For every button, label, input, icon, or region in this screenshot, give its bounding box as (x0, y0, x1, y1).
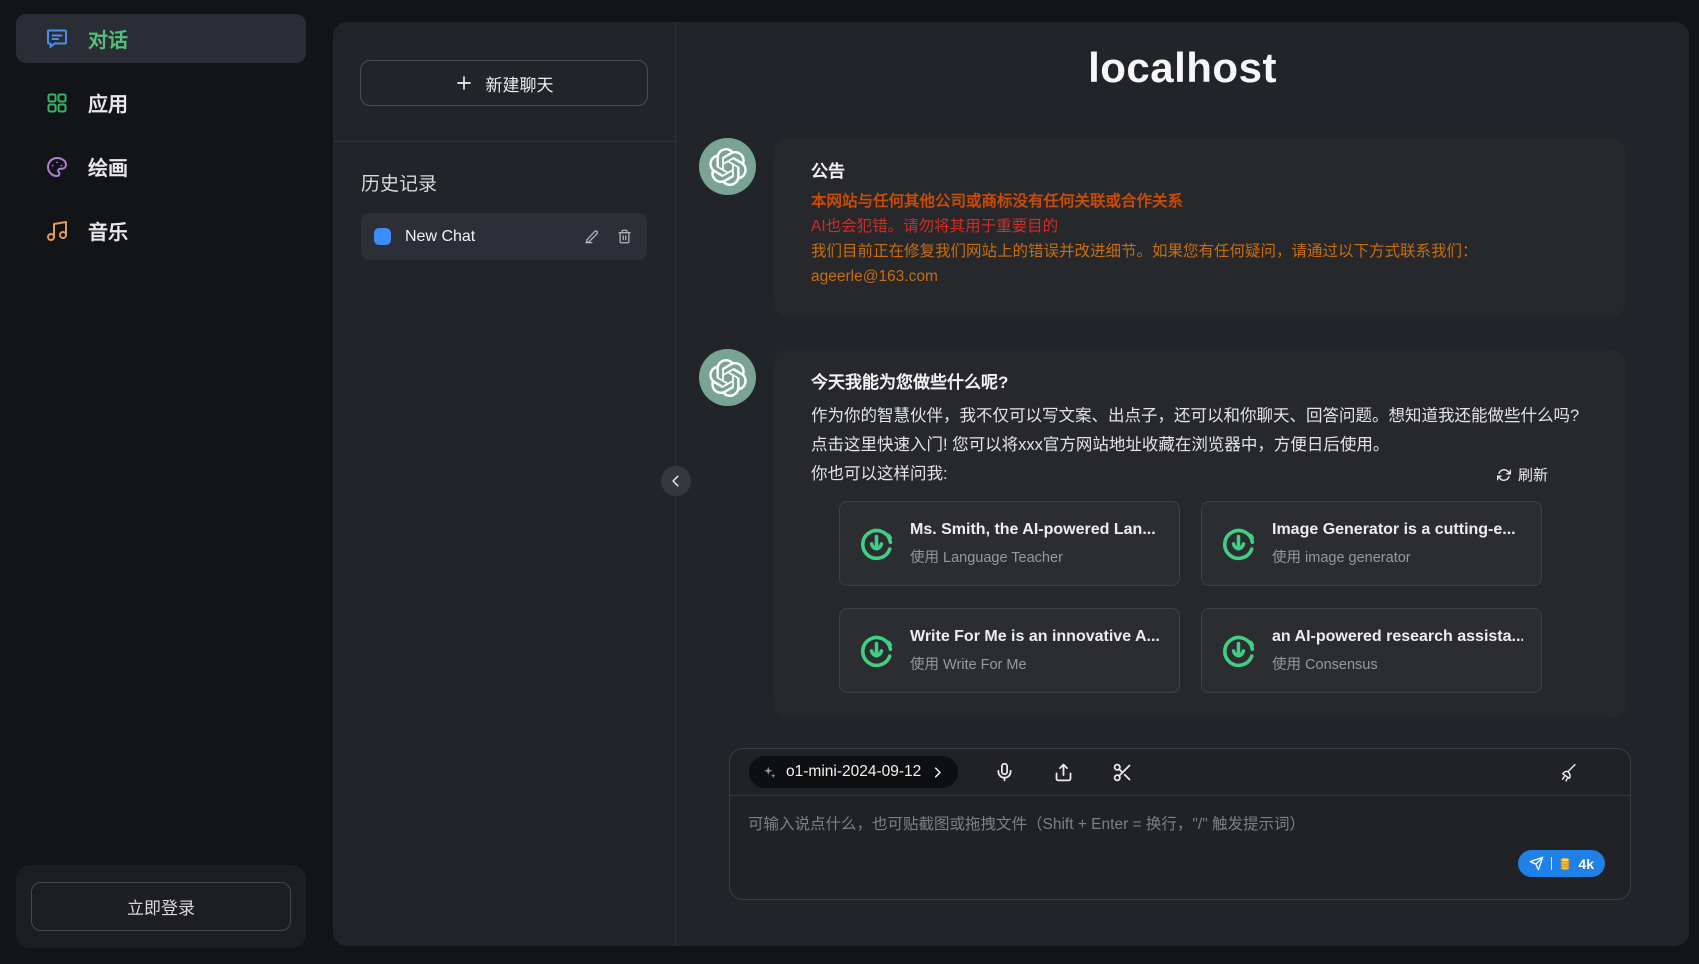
main-chat-area: localhost 公告 本网站与任何其他公司或商标没有任何关联或合作关系 AI… (676, 22, 1689, 946)
ask-hint: 你也可以这样问我: (811, 460, 948, 489)
palette-icon (45, 155, 69, 179)
refresh-icon (1497, 468, 1511, 482)
history-title: 历史记录 (361, 169, 647, 196)
paper-plane-icon (1529, 856, 1544, 871)
send-divider (1551, 857, 1552, 870)
workspace: 新建聊天 历史记录 New Chat (333, 22, 1689, 946)
assistant-avatar (699, 349, 756, 406)
main-header: localhost (676, 22, 1689, 114)
login-button[interactable]: 立即登录 (31, 882, 291, 931)
sidebar-item-chat[interactable]: 对话 (16, 14, 306, 63)
trash-icon (617, 229, 632, 244)
chat-color-swatch (374, 228, 391, 245)
announcement-line-disclaimer: 本网站与任何其他公司或商标没有任何关联或合作关系 (811, 191, 1586, 212)
message-input[interactable] (730, 796, 1630, 899)
refresh-label: 刷新 (1518, 464, 1548, 485)
new-chat-button[interactable]: 新建聊天 (360, 60, 648, 106)
chat-item-title: New Chat (405, 228, 568, 246)
welcome-bubble: 今天我能为您做些什么呢? 作为你的智慧伙伴，我不仅可以写文案、出点子，还可以和你… (773, 349, 1626, 719)
card-title: Image Generator is a cutting-e... (1272, 521, 1516, 539)
sidebar-item-apps[interactable]: 应用 (16, 78, 306, 127)
announcement-line-contact-note: 我们目前正在修复我们网站上的错误并改进细节。如果您有任何疑问，请通过以下方式联系… (811, 241, 1586, 262)
download-circle-icon (1220, 632, 1257, 669)
card-subtitle: 使用 image generator (1272, 546, 1516, 567)
download-circle-icon (1220, 525, 1257, 562)
card-title: Ms. Smith, the AI-powered Lan... (910, 521, 1156, 539)
sidebar-item-label: 应用 (88, 88, 128, 117)
collapse-sidebar-button[interactable] (661, 466, 691, 496)
download-circle-icon (858, 525, 895, 562)
page-title: localhost (1088, 44, 1277, 92)
refresh-suggestions-button[interactable]: 刷新 (1497, 464, 1548, 485)
openai-logo-icon (709, 359, 747, 397)
broom-icon (1557, 762, 1578, 783)
edit-chat-button[interactable] (582, 227, 601, 246)
openai-logo-icon (709, 148, 747, 186)
sidebar-item-label: 对话 (88, 24, 128, 53)
card-title: an AI-powered research assista... (1272, 628, 1523, 646)
composer-body: 4k (730, 796, 1630, 899)
list-divider (333, 141, 675, 142)
message-list: 公告 本网站与任何其他公司或商标没有任何关联或合作关系 AI也会犯错。请勿将其用… (676, 114, 1689, 748)
assistant-avatar (699, 138, 756, 195)
download-circle-icon (858, 632, 895, 669)
screenshot-button[interactable] (1110, 760, 1135, 785)
chat-list-panel: 新建聊天 历史记录 New Chat (333, 22, 676, 946)
primary-sidebar: 对话 应用 绘画 (0, 0, 322, 964)
announcement-line-ai-warning: AI也会犯错。请勿将其用于重要目的 (811, 216, 1586, 237)
suggestion-card-language-teacher[interactable]: Ms. Smith, the AI-powered Lan... 使用 Lang… (839, 501, 1180, 586)
composer-toolbar: o1-mini-2024-09-12 (730, 749, 1630, 796)
welcome-body: 作为你的智慧伙伴，我不仅可以写文案、出点子，还可以和你聊天、回答问题。想知道我还… (811, 402, 1586, 460)
music-note-icon (45, 219, 69, 243)
suggestion-cards: Ms. Smith, the AI-powered Lan... 使用 Lang… (839, 501, 1586, 693)
send-button[interactable]: 4k (1518, 850, 1605, 877)
pencil-icon (584, 229, 599, 244)
message-welcome: 今天我能为您做些什么呢? 作为你的智慧伙伴，我不仅可以写文案、出点子，还可以和你… (699, 349, 1626, 719)
sidebar-item-draw[interactable]: 绘画 (16, 142, 306, 191)
app-grid-icon (45, 91, 69, 115)
card-title: Write For Me is an innovative A... (910, 628, 1160, 646)
plus-icon (455, 74, 473, 92)
model-label: o1-mini-2024-09-12 (786, 763, 921, 781)
announcement-heading: 公告 (811, 157, 1586, 182)
message-announcement: 公告 本网站与任何其他公司或商标没有任何关联或合作关系 AI也会犯错。请勿将其用… (699, 138, 1626, 317)
card-subtitle: 使用 Language Teacher (910, 546, 1156, 567)
app-root: 对话 应用 绘画 (0, 0, 1699, 964)
composer: o1-mini-2024-09-12 (729, 748, 1631, 900)
model-selector[interactable]: o1-mini-2024-09-12 (749, 756, 958, 788)
chevron-left-icon (669, 474, 683, 488)
sidebar-item-label: 音乐 (88, 216, 128, 245)
chat-bubble-icon (45, 27, 69, 51)
voice-input-button[interactable] (992, 760, 1017, 785)
login-panel: 立即登录 (16, 865, 306, 948)
welcome-heading: 今天我能为您做些什么呢? (811, 368, 1586, 393)
sidebar-item-label: 绘画 (88, 152, 128, 181)
coins-icon (1559, 856, 1571, 871)
upload-file-button[interactable] (1051, 760, 1076, 785)
token-badge: 4k (1578, 856, 1594, 872)
suggestion-card-image-generator[interactable]: Image Generator is a cutting-e... 使用 ima… (1201, 501, 1542, 586)
sidebar-item-music[interactable]: 音乐 (16, 206, 306, 255)
chat-history-item[interactable]: New Chat (361, 213, 647, 260)
delete-chat-button[interactable] (615, 227, 634, 246)
clear-context-button[interactable] (1555, 760, 1580, 785)
card-subtitle: 使用 Consensus (1272, 653, 1523, 674)
upload-icon (1053, 762, 1074, 783)
announcement-bubble: 公告 本网站与任何其他公司或商标没有任何关联或合作关系 AI也会犯错。请勿将其用… (773, 138, 1626, 317)
microphone-icon (994, 762, 1015, 783)
scissors-icon (1112, 762, 1133, 783)
announcement-contact-email: ageerle@163.com (811, 266, 1586, 287)
chevron-right-icon (930, 765, 945, 780)
new-chat-label: 新建聊天 (486, 71, 554, 96)
suggestion-card-consensus[interactable]: an AI-powered research assista... 使用 Con… (1201, 608, 1542, 693)
sparkles-icon (762, 765, 777, 780)
suggestion-card-write-for-me[interactable]: Write For Me is an innovative A... 使用 Wr… (839, 608, 1180, 693)
card-subtitle: 使用 Write For Me (910, 653, 1160, 674)
